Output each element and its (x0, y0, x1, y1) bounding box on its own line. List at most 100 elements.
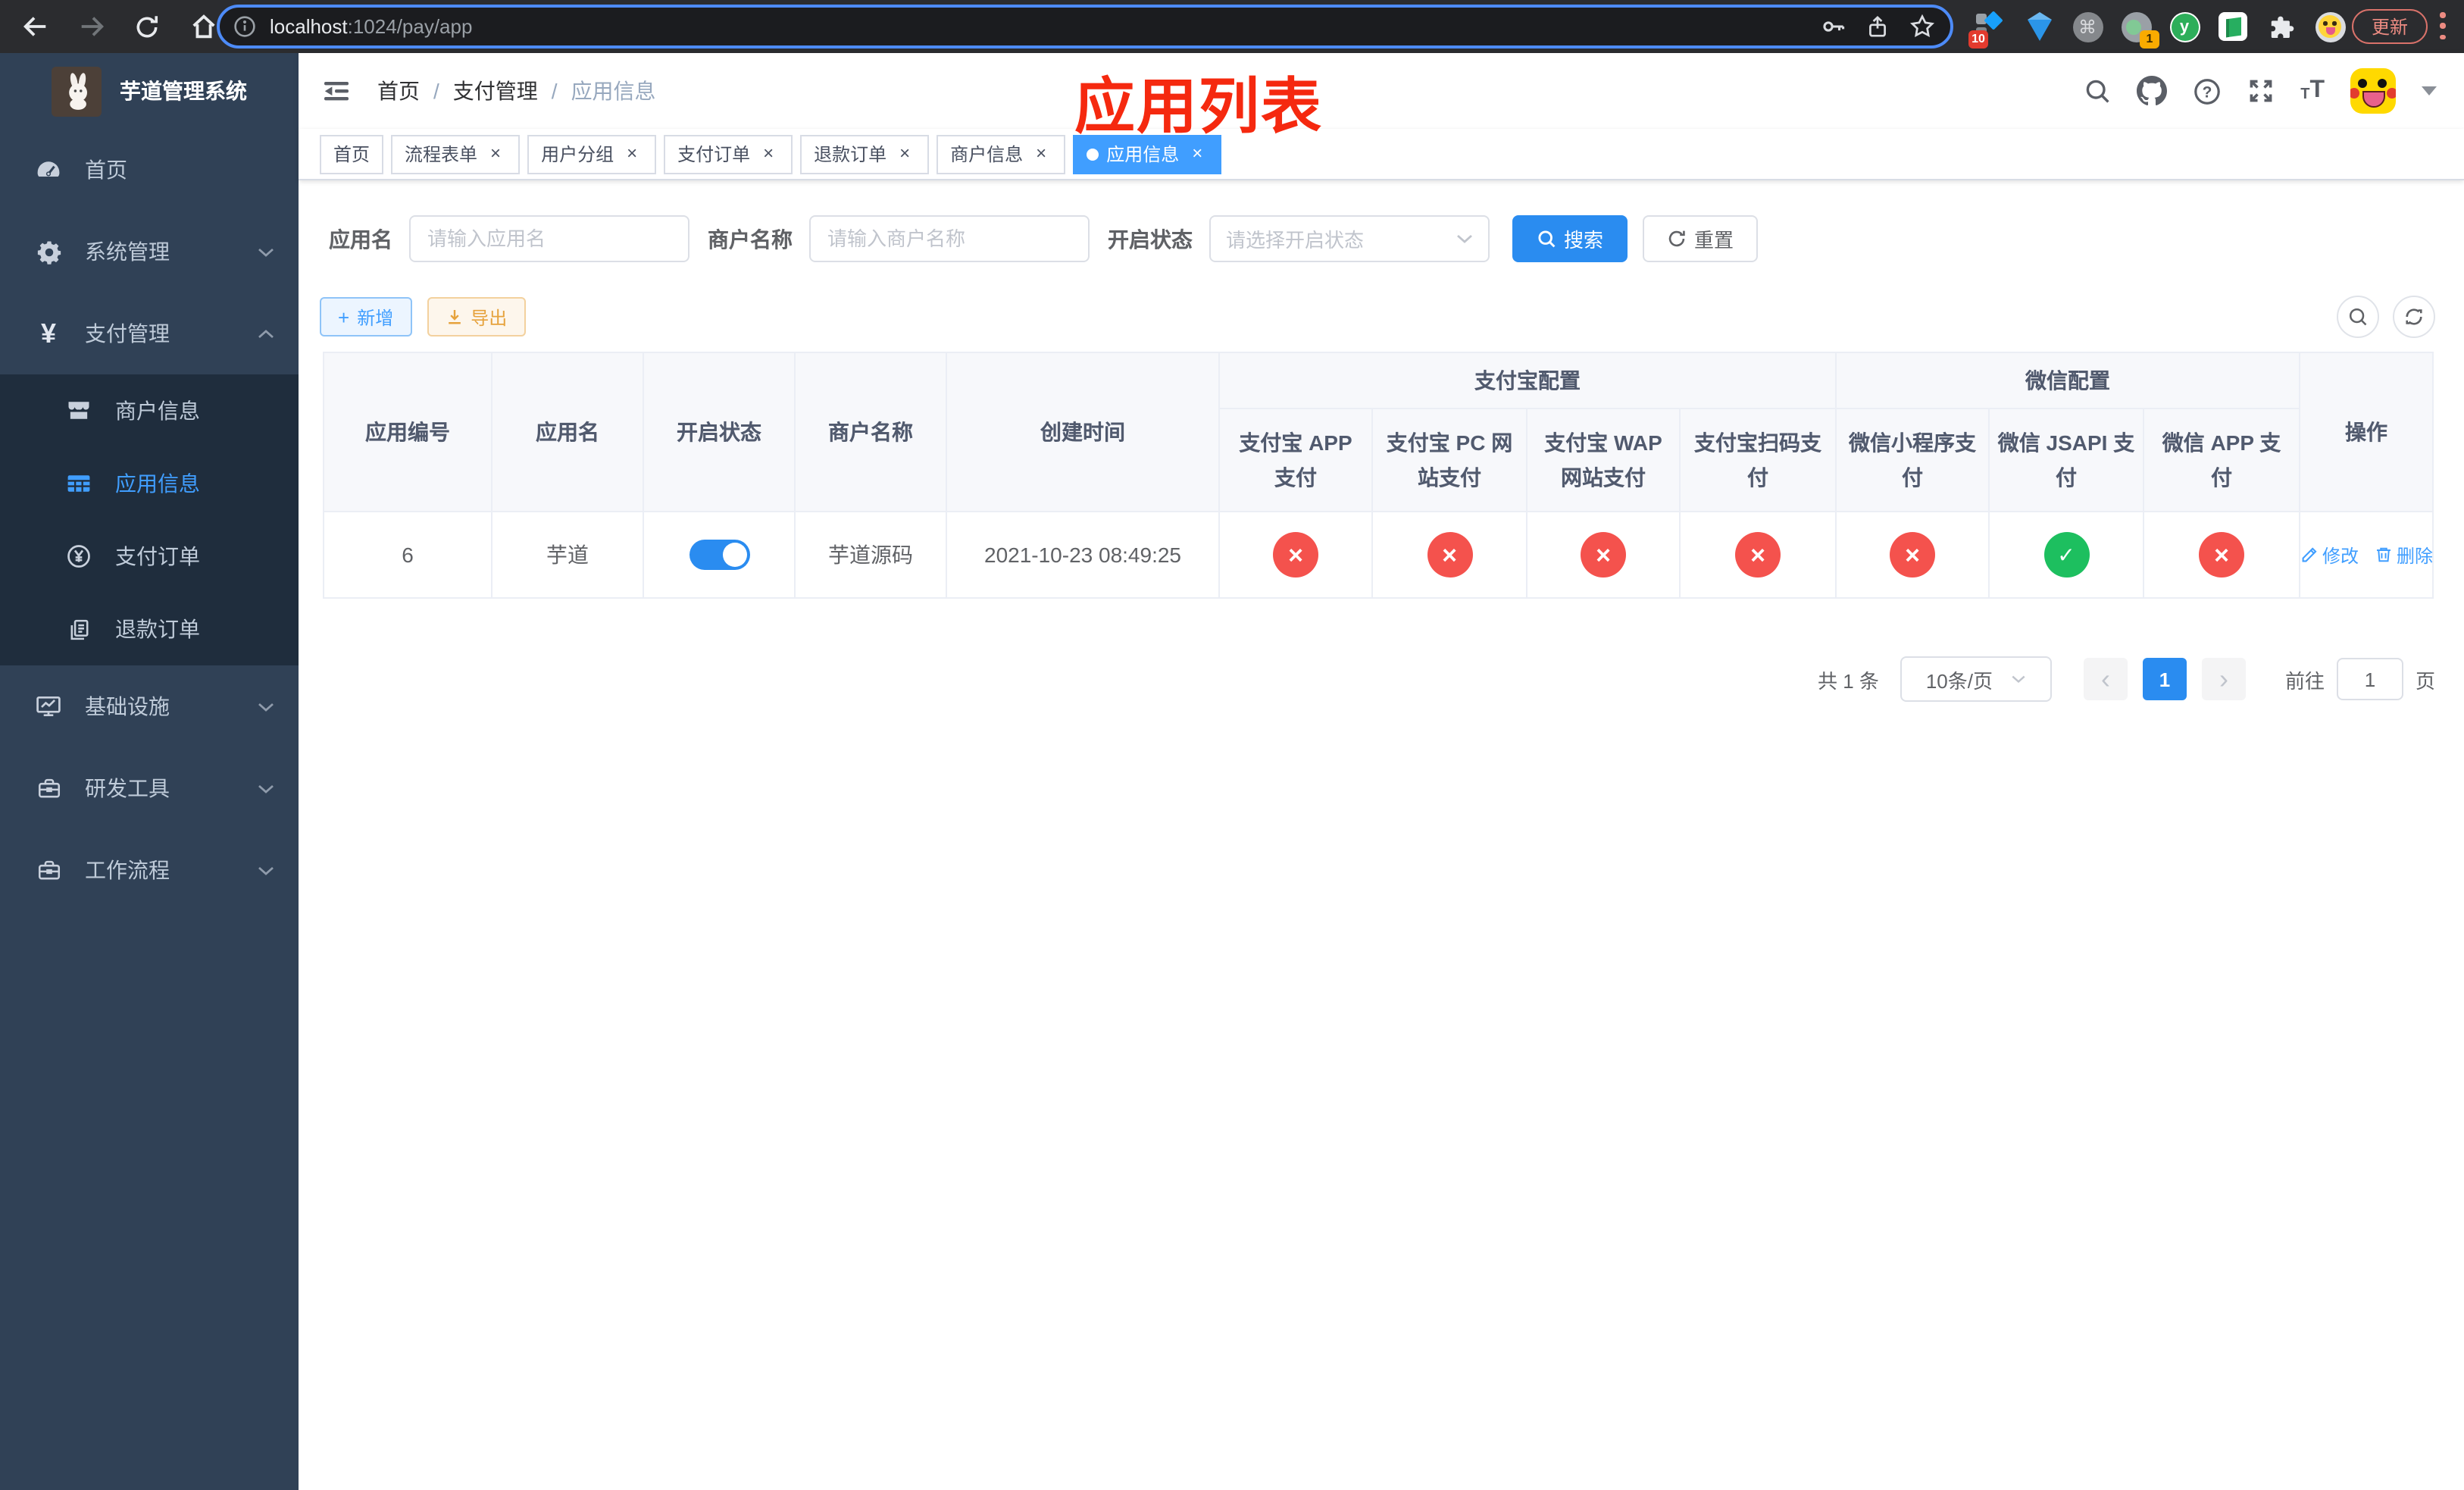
status-toggle[interactable] (689, 540, 749, 570)
extension-yuque-icon[interactable]: y (2169, 11, 2200, 42)
search-button[interactable]: 搜索 (1512, 215, 1628, 262)
sidebar-item-pay-order[interactable]: 支付订单 (0, 520, 299, 593)
home-icon (192, 14, 214, 39)
tab-user-group[interactable]: 用户分组 (527, 134, 657, 174)
documents-copy-icon (62, 616, 95, 642)
tab-merchant-info[interactable]: 商户信息 (937, 134, 1066, 174)
download-icon (448, 310, 461, 324)
browser-back-button[interactable] (12, 4, 58, 49)
gear-icon (32, 239, 65, 265)
bookmark-star-icon[interactable] (1909, 14, 1935, 39)
app-table: 应用编号 应用名 开启状态 商户名称 创建时间 支付宝配置 微信配置 操作 支付… (323, 352, 2434, 599)
cell-app-id: 6 (323, 511, 492, 599)
breadcrumb-home[interactable]: 首页 (377, 76, 420, 106)
yen-icon: ¥ (40, 318, 56, 348)
browser-reload-button[interactable] (124, 4, 170, 49)
prev-page-button[interactable] (2083, 658, 2128, 700)
search-icon (2349, 308, 2367, 326)
browser-forward-button[interactable] (68, 4, 114, 49)
grid-table-icon (62, 470, 95, 497)
screen: localhost:1024/pay/app 10 ⌘ 1 y 更新 芋道管理系… (0, 0, 2464, 1490)
extension-emoji-icon[interactable] (2314, 11, 2346, 42)
chrome-update-button[interactable]: 更新 (2352, 9, 2428, 44)
tab-home[interactable]: 首页 (320, 134, 384, 174)
close-icon[interactable] (758, 143, 779, 164)
extension-figma-icon[interactable]: 10 (1968, 11, 2006, 49)
toggle-search-button[interactable] (2337, 296, 2379, 338)
user-menu-caret-icon[interactable] (2422, 86, 2437, 95)
extension-sketch-icon[interactable] (2023, 11, 2055, 42)
tab-process-form[interactable]: 流程表单 (391, 134, 521, 174)
share-icon[interactable] (1865, 14, 1890, 39)
col-alipay-wap: 支付宝 WAP 网站支付 (1526, 408, 1681, 512)
goto-page-input[interactable] (2336, 658, 2403, 700)
extension-book-icon[interactable] (2217, 11, 2249, 42)
sidebar-item-merchant-info[interactable]: 商户信息 (0, 374, 299, 447)
col-created: 创建时间 (946, 352, 1220, 512)
app-name-input[interactable] (409, 215, 689, 262)
sidebar-item-app-info[interactable]: 应用信息 (0, 447, 299, 520)
col-alipay-app: 支付宝 APP 支付 (1218, 408, 1373, 512)
extension-badge: 1 (2140, 30, 2159, 49)
close-icon[interactable] (621, 143, 643, 164)
delete-link[interactable]: 删除 (2374, 542, 2433, 568)
password-key-icon[interactable] (1820, 14, 1846, 39)
payment-submenu: 商户信息 应用信息 支付订单 退款订单 (0, 374, 299, 665)
sidebar-item-infrastructure[interactable]: 基础设施 (0, 665, 299, 747)
page-size-select[interactable]: 10条/页 (1900, 656, 2052, 702)
sidebar-item-workflow[interactable]: 工作流程 (0, 829, 299, 911)
annotation-app-list: 应用列表 (1074, 74, 1323, 141)
address-bar[interactable]: localhost:1024/pay/app (217, 5, 1953, 49)
font-size-icon[interactable]: TT (2300, 78, 2325, 103)
url-text: localhost:1024/pay/app (270, 15, 473, 38)
breadcrumb-payment[interactable]: 支付管理 (453, 76, 538, 106)
next-page-button[interactable] (2201, 658, 2246, 700)
filter-bar: 应用名 商户名称 开启状态 请选择开启状态 (329, 215, 2464, 262)
col-wechat-mini: 微信小程序支付 (1835, 408, 1990, 512)
sidebar-item-dev-tools[interactable]: 研发工具 (0, 747, 299, 829)
status-select[interactable]: 请选择开启状态 (1209, 215, 1490, 262)
extension-camera-icon[interactable]: 1 (2120, 11, 2159, 49)
close-icon[interactable] (894, 143, 915, 164)
refresh-table-button[interactable] (2393, 296, 2435, 338)
app-name-label: 应用名 (329, 227, 392, 251)
search-icon[interactable] (2084, 77, 2111, 105)
goto-label: 前往 (2284, 669, 2325, 692)
reset-button[interactable]: 重置 (1643, 215, 1759, 262)
plus-icon: + (338, 305, 350, 328)
svg-text:?: ? (2203, 83, 2212, 101)
extensions-puzzle-icon[interactable] (2265, 11, 2297, 42)
sidebar-item-refund-order[interactable]: 退款订单 (0, 593, 299, 665)
main-area: 首页 / 支付管理 / 应用信息 应用列表 ? TT 首页 流程表单 × 用户分… (299, 53, 2464, 1490)
tab-pay-order[interactable]: 支付订单 (664, 134, 793, 174)
add-button[interactable]: + 新增 (320, 297, 412, 337)
sidebar-item-system[interactable]: 系统管理 (0, 211, 299, 293)
help-icon[interactable]: ? (2193, 77, 2222, 105)
close-icon[interactable] (1187, 143, 1208, 164)
refresh-icon (2406, 308, 2422, 325)
breadcrumb: 首页 / 支付管理 / 应用信息 (377, 76, 656, 106)
export-button[interactable]: 导出 (427, 297, 526, 337)
merchant-name-input[interactable] (809, 215, 1090, 262)
edit-link[interactable]: 修改 (2300, 542, 2359, 568)
pagination: 共 1 条 10条/页 1 前往 页 (299, 656, 2435, 702)
user-avatar[interactable] (2350, 68, 2396, 114)
close-icon[interactable] (1030, 143, 1052, 164)
sidebar-collapse-button[interactable] (321, 76, 352, 106)
tab-refund-order[interactable]: 退款订单 (800, 134, 930, 174)
col-wechat-app: 微信 APP 支付 (2142, 408, 2301, 512)
sidebar-item-home[interactable]: 首页 (0, 129, 299, 211)
alipay-qr-status-icon (1735, 532, 1781, 578)
sidebar-item-payment[interactable]: ¥ 支付管理 (0, 293, 299, 374)
current-page-button[interactable]: 1 (2142, 658, 2187, 700)
app-logo[interactable]: 芋道管理系统 (0, 53, 299, 129)
chevron-down-icon (258, 783, 274, 794)
extension-command-icon[interactable]: ⌘ (2072, 11, 2103, 42)
col-app-name: 应用名 (491, 352, 644, 512)
extension-badge: 10 (1968, 30, 1988, 49)
fullscreen-icon[interactable] (2247, 77, 2275, 105)
close-icon[interactable] (485, 143, 506, 164)
github-icon[interactable] (2137, 76, 2168, 106)
browser-menu-icon[interactable] (2440, 12, 2446, 39)
site-info-icon[interactable] (233, 15, 256, 38)
